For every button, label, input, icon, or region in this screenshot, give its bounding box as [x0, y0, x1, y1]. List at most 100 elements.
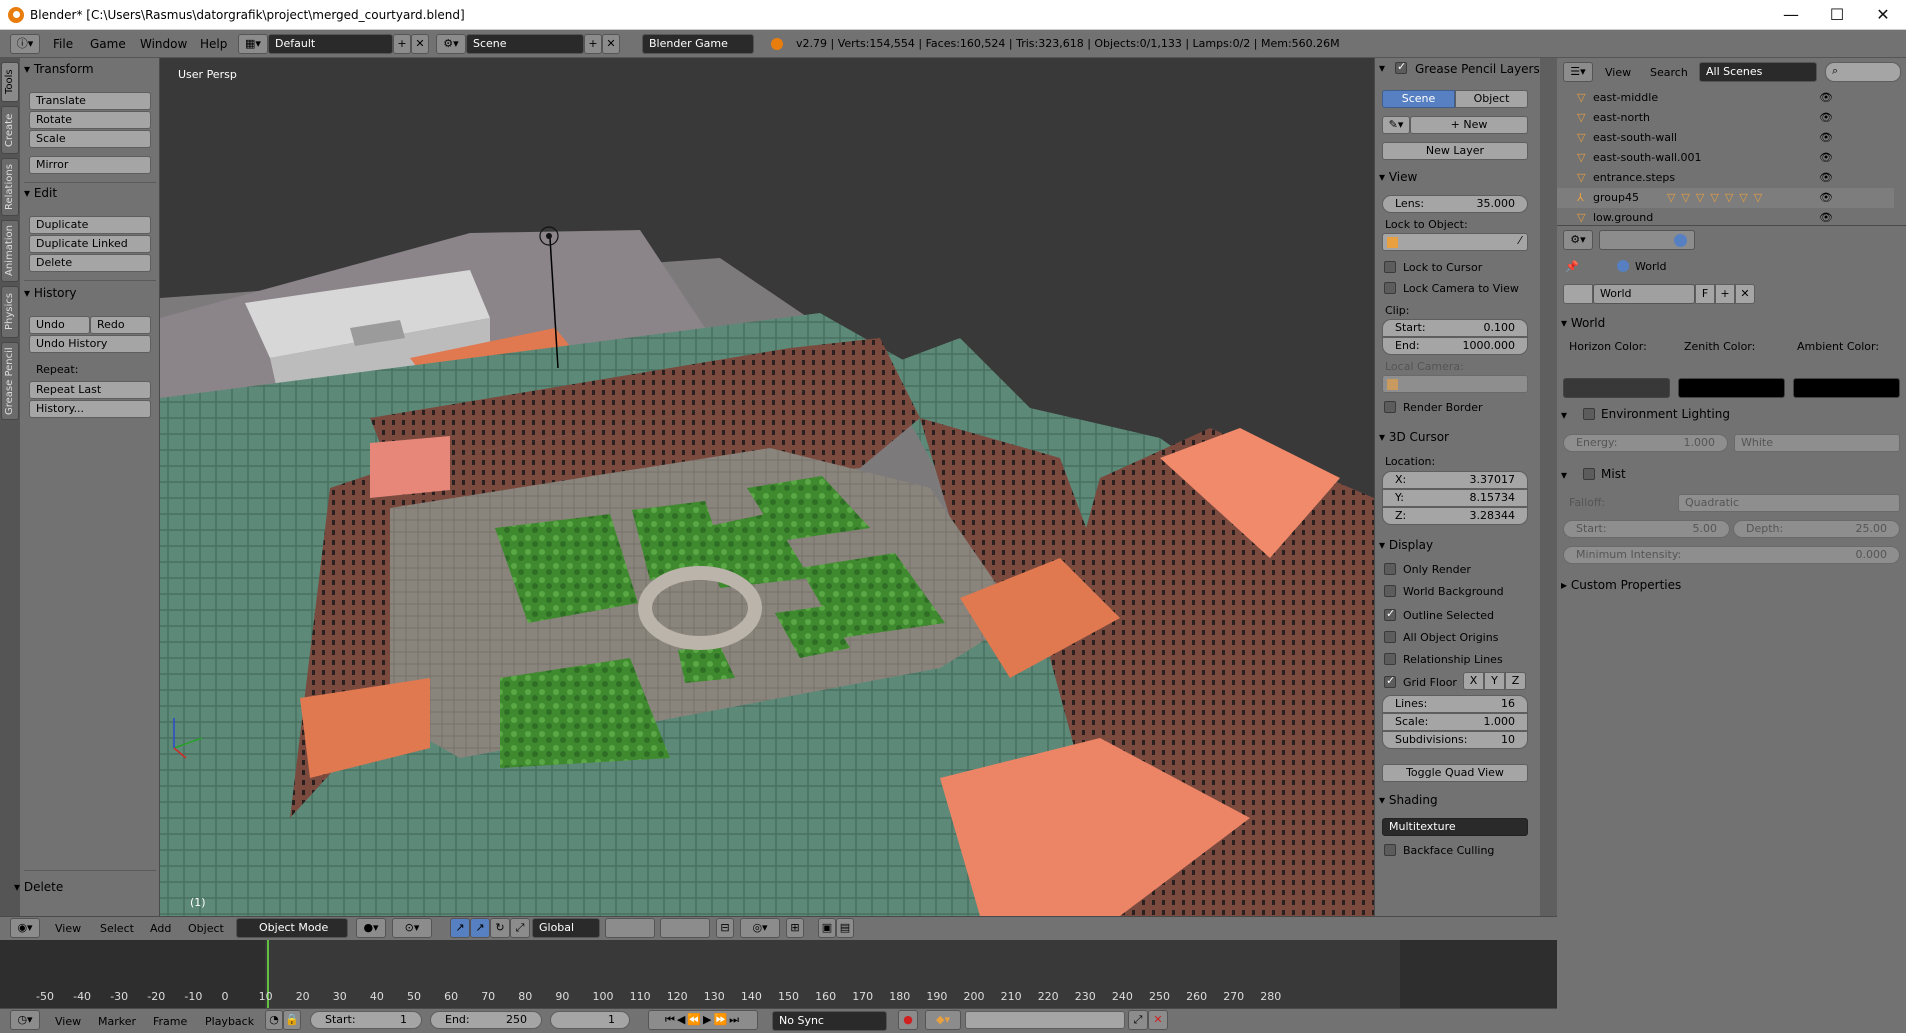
- clip-start-field[interactable]: Start: 0.100: [1382, 319, 1528, 337]
- delete-key-icon[interactable]: ✕: [1148, 1010, 1168, 1030]
- grid-floor-checkbox[interactable]: [1384, 674, 1396, 688]
- keying-set-field[interactable]: [965, 1011, 1125, 1029]
- tab-relations[interactable]: Relations: [1, 158, 19, 216]
- only-render-checkbox[interactable]: [1384, 563, 1396, 575]
- properties-editor-icon[interactable]: ⚙▾: [1563, 230, 1593, 250]
- mirror-button[interactable]: Mirror: [29, 156, 151, 174]
- menu-game[interactable]: Game: [90, 37, 126, 51]
- cursor-z-field[interactable]: Z: 3.28344: [1382, 507, 1528, 525]
- mist-panel-header[interactable]: ▾: [1561, 468, 1567, 482]
- record-icon[interactable]: ●: [898, 1010, 918, 1030]
- custom-props-header[interactable]: ▸ Custom Properties: [1561, 578, 1681, 592]
- screen-layout-icon[interactable]: ▦▾: [238, 34, 268, 54]
- edit-panel-header[interactable]: ▾ Edit: [24, 186, 57, 200]
- grease-pencil-header[interactable]: ▾: [1379, 61, 1385, 75]
- visibility-icon[interactable]: 👁: [1819, 168, 1833, 188]
- min-intensity-field[interactable]: Minimum Intensity: 0.000: [1563, 546, 1900, 564]
- cursor-panel-header[interactable]: ▾ 3D Cursor: [1379, 430, 1449, 444]
- maximize-button[interactable]: ☐: [1814, 0, 1860, 30]
- add-world-icon[interactable]: +: [1715, 284, 1735, 304]
- clip-end-field[interactable]: End: 1000.000: [1382, 337, 1528, 355]
- new-layer-button[interactable]: New Layer: [1382, 142, 1528, 160]
- ambient-color-swatch[interactable]: [1793, 378, 1900, 398]
- timeline-menu-marker[interactable]: Marker: [98, 1015, 136, 1028]
- sync-select[interactable]: No Sync: [772, 1011, 887, 1031]
- add-layout-icon[interactable]: +: [393, 34, 411, 54]
- outliner-row[interactable]: ▽ entrance.steps 👁: [1557, 168, 1894, 188]
- falloff-select[interactable]: Quadratic: [1678, 494, 1900, 512]
- outliner-menu-search[interactable]: Search: [1650, 66, 1688, 79]
- scale-manipulator-icon[interactable]: ⤢: [510, 918, 530, 938]
- timeline[interactable]: -50 -40 -30 -20 -10 0 10 20 30 40 50 60 70 80 90 100 110…: [0, 940, 1557, 1008]
- shading-panel-header[interactable]: ▾ Shading: [1379, 793, 1438, 807]
- visibility-icon[interactable]: 👁: [1819, 128, 1833, 148]
- remove-layout-icon[interactable]: ✕: [411, 34, 429, 54]
- mist-start-field[interactable]: Start: 5.00: [1563, 520, 1730, 538]
- layers-grid-2[interactable]: [660, 918, 710, 938]
- scale-button[interactable]: Scale: [29, 130, 151, 148]
- visibility-icon[interactable]: 👁: [1819, 208, 1833, 228]
- env-lighting-checkbox[interactable]: [1583, 408, 1595, 420]
- grid-axis-z[interactable]: Z: [1505, 672, 1526, 690]
- render-icon[interactable]: ▣: [818, 918, 836, 938]
- world-name-field[interactable]: World: [1593, 284, 1695, 304]
- engine-select[interactable]: Blender Game: [642, 34, 754, 54]
- tab-create[interactable]: Create: [1, 106, 19, 154]
- timeline-menu-view[interactable]: View: [55, 1015, 81, 1028]
- lens-field[interactable]: Lens: 35.000: [1382, 195, 1528, 213]
- grid-subdiv-field[interactable]: Subdivisions: 10: [1382, 731, 1528, 749]
- outliner-row[interactable]: ▽ east-middle 👁: [1557, 88, 1894, 108]
- rotate-manipulator-icon[interactable]: ↻: [490, 918, 510, 938]
- view-menu[interactable]: View: [55, 922, 81, 935]
- operator-panel-header[interactable]: ▾ Delete: [14, 880, 63, 894]
- energy-field[interactable]: Energy: 1.000: [1563, 434, 1728, 452]
- outliner-menu-view[interactable]: View: [1605, 66, 1631, 79]
- grid-scale-field[interactable]: Scale: 1.000: [1382, 713, 1528, 731]
- world-tab-icon[interactable]: [1674, 234, 1687, 247]
- tab-grease-pencil[interactable]: Grease Pencil: [1, 342, 19, 420]
- close-button[interactable]: ✕: [1860, 0, 1906, 30]
- delete-button[interactable]: Delete: [29, 254, 151, 272]
- transform-panel-header[interactable]: ▾ Transform: [24, 62, 94, 76]
- lock-cursor-checkbox[interactable]: [1384, 261, 1396, 273]
- unlink-world-icon[interactable]: ✕: [1735, 284, 1755, 304]
- mist-depth-field[interactable]: Depth: 25.00: [1733, 520, 1900, 538]
- grease-scene-tab[interactable]: Scene: [1382, 90, 1455, 108]
- render-anim-icon[interactable]: ▤: [836, 918, 854, 938]
- outliner-row[interactable]: ▽ east-south-wall 👁: [1557, 128, 1894, 148]
- timeline-menu-frame[interactable]: Frame: [153, 1015, 187, 1028]
- translate-manipulator-icon[interactable]: ↗: [470, 918, 490, 938]
- minimize-button[interactable]: —: [1768, 0, 1814, 30]
- properties-context-tabs[interactable]: [1599, 230, 1695, 250]
- start-frame-field[interactable]: Start: 1: [310, 1011, 422, 1029]
- rotate-button[interactable]: Rotate: [29, 111, 151, 129]
- object-menu[interactable]: Object: [188, 922, 224, 935]
- grid-axis-y[interactable]: Y: [1484, 672, 1505, 690]
- new-grease-button[interactable]: + New: [1410, 116, 1528, 134]
- tab-physics[interactable]: Physics: [1, 286, 19, 338]
- menu-file[interactable]: File: [53, 37, 73, 51]
- visibility-icon[interactable]: 👁: [1819, 148, 1833, 168]
- lock-object-field[interactable]: ⁄: [1382, 233, 1528, 251]
- shading-mode-select[interactable]: Multitexture: [1382, 818, 1528, 836]
- grease-pencil-toggle[interactable]: [1395, 60, 1407, 74]
- lock-camera-checkbox[interactable]: [1384, 282, 1396, 294]
- playback-controls[interactable]: ⏮◀⏪▶⏩⏭: [648, 1010, 758, 1030]
- select-menu[interactable]: Select: [100, 922, 134, 935]
- info-editor-icon[interactable]: ⓘ▾: [10, 34, 40, 54]
- current-frame-field[interactable]: 1: [550, 1011, 630, 1029]
- scene-icon[interactable]: ⚙▾: [436, 34, 466, 54]
- manipulator-toggle-icon[interactable]: ↗: [450, 918, 470, 938]
- translate-button[interactable]: Translate: [29, 92, 151, 110]
- cursor-y-field[interactable]: Y: 8.15734: [1382, 489, 1528, 507]
- timeline-menu-playback[interactable]: Playback: [205, 1015, 254, 1028]
- all-origins-checkbox[interactable]: [1384, 631, 1396, 643]
- menu-help[interactable]: Help: [200, 37, 227, 51]
- repeat-last-button[interactable]: Repeat Last: [29, 381, 151, 399]
- fake-user-button[interactable]: F: [1695, 284, 1715, 304]
- grease-object-tab[interactable]: Object: [1455, 90, 1528, 108]
- eyedropper-icon[interactable]: ⁄: [1519, 234, 1521, 247]
- pivot-point-icon[interactable]: ⊙▾: [392, 918, 432, 938]
- tab-tools[interactable]: Tools: [1, 62, 19, 102]
- 3d-viewport[interactable]: User Persp (1): [160, 58, 1374, 916]
